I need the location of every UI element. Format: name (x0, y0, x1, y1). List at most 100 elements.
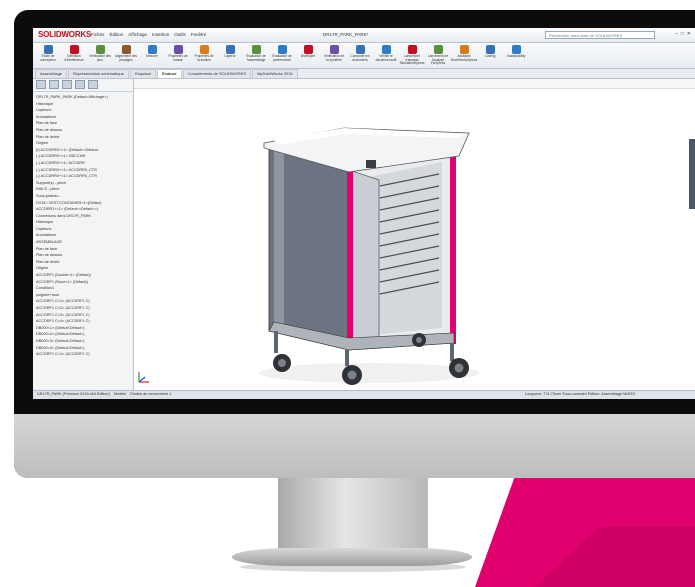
feature-tree-item[interactable]: ACCDRF1 C<1> (ACCDRF1 C) (36, 351, 130, 358)
feature-tree-item[interactable]: ACCDRF1 C<2> (ACCDRF1 C) (36, 305, 130, 312)
feature-tree-item[interactable]: Historique (36, 101, 130, 108)
dimxpert-tab-icon[interactable] (75, 80, 85, 89)
feature-tree-item[interactable]: Support(s) - pièce (36, 180, 130, 187)
ribbon-button[interactable]: Vérification des jeux (89, 45, 111, 62)
feature-tree-item[interactable]: Condition1 (36, 285, 130, 292)
ribbon-button[interactable]: DraftXpert (297, 45, 319, 59)
monitor-stand-neck (278, 478, 428, 553)
feature-tree-item[interactable]: DB000<3> (Défaut<Défaut>) (36, 338, 130, 345)
task-pane-tabs[interactable] (689, 139, 695, 209)
menu-view[interactable]: Affichage (128, 32, 147, 37)
feature-tree-item[interactable]: ACCDRF1 (Double<1> (Défaut)) (36, 272, 130, 279)
measure-icon (147, 45, 157, 54)
tab-5[interactable]: MySolidWorks 2016 (252, 69, 298, 78)
feature-tree-item[interactable]: DV18 / VEST.CONTAINER<1>(Défaut) (36, 200, 130, 207)
feature-tree-item[interactable]: poignée+roue (36, 292, 130, 299)
ribbon-button[interactable]: Sustainability (505, 45, 527, 59)
ribbon-button[interactable]: Comparer les documents (349, 45, 371, 62)
menu-bar: Fichier Édition Affichage Insertion Outi… (91, 32, 206, 37)
tab-3[interactable]: Évaluer (157, 69, 182, 78)
feature-tree-item[interactable]: Capteurs (36, 226, 130, 233)
ribbon-button[interactable]: Définition d'interférence (63, 45, 85, 62)
feature-tree-item[interactable]: Plan de dessus (36, 252, 130, 259)
feature-tree-item[interactable]: Connexions dans DR17R_PARK (36, 213, 130, 220)
menu-edit[interactable]: Édition (110, 32, 124, 37)
menu-window[interactable]: Fenêtre (191, 32, 207, 37)
feature-tree-item[interactable]: Origine (36, 140, 130, 147)
help-search-input[interactable]: Rechercher dans Aide de SOLIDWORKS (545, 31, 655, 39)
cost-icon (485, 45, 495, 54)
tab-1[interactable]: Représentation schématique (68, 69, 129, 78)
feature-tree-item[interactable]: DB000<2> (Défaut<Défaut>) (36, 331, 130, 338)
cart-side-highlight (274, 148, 284, 334)
close-icon[interactable]: ✕ (687, 31, 691, 37)
feature-tree-item[interactable]: Plan de face (36, 246, 130, 253)
feature-tree-item[interactable]: DR17R_PARK_PARK (Défaut<Affichage>) (36, 94, 130, 101)
ribbon-button[interactable]: Vérifier le document actif (375, 45, 397, 62)
lock-icon (366, 160, 376, 168)
feature-tree-item[interactable]: ACCDRR1+<1> (Défaut<<Défaut>>) (36, 206, 130, 213)
tab-motion-study[interactable]: Études de mouvement 1 (130, 392, 171, 396)
ribbon-button-label: Définition d'interférence (64, 54, 84, 62)
maximize-icon[interactable]: □ (681, 31, 684, 37)
feature-tree-item[interactable]: Historique (36, 219, 130, 226)
feature-tree-item[interactable]: Plan de dessus (36, 127, 130, 134)
ribbon-button[interactable]: Étude de concepteur (37, 45, 59, 62)
app-logo: SOLIDWORKS (38, 30, 92, 39)
axis-triad-icon (138, 372, 149, 383)
display-tab-icon[interactable] (88, 80, 98, 89)
graphics-viewport[interactable] (134, 79, 695, 391)
feature-tree-item[interactable]: ACCDRF1 C<3> (ACCDRF1 C) (36, 312, 130, 319)
ribbon-button[interactable]: Lancement de l'analyse FloXpress (427, 45, 449, 66)
ribbon-button-label: Alignement des perçages (115, 54, 137, 62)
feature-tree-item[interactable]: Origine (36, 265, 130, 272)
feature-tree-item[interactable]: DB000<1> (Défaut<Défaut>) (36, 325, 130, 332)
feature-tree-item[interactable]: Plan de face (36, 120, 130, 127)
feature-tree-item[interactable]: ACCDRF1 (Roue<1> (Défaut)) (36, 279, 130, 286)
ribbon-button[interactable]: Lancement d'analyse SimulationXpress (400, 45, 424, 66)
feature-tree-item[interactable]: (-) ACCDRR0+<1> ACCDRR0_CTR (36, 173, 130, 180)
tab-0[interactable]: Assemblage (35, 69, 68, 78)
property-tab-icon[interactable] (49, 80, 59, 89)
ribbon-button[interactable]: Capteur (219, 45, 241, 59)
ribbon-button-label: Sustainability (506, 54, 526, 58)
menu-tools[interactable]: Outils (174, 32, 186, 37)
feature-tree-item[interactable]: Sous-plateau... (36, 193, 130, 200)
ribbon-button[interactable]: Évaluation de l'assemblage (245, 45, 267, 62)
tab-model[interactable]: Modèle (114, 392, 126, 396)
feature-tree-item[interactable]: (-) ACCDRR0+<1> ACCDRR0_CTR (36, 167, 130, 174)
feature-tree-item[interactable]: DB000<4> (Défaut<Défaut>) (36, 345, 130, 352)
menu-file[interactable]: Fichier (91, 32, 105, 37)
ribbon-button-label: Mesurer (146, 54, 158, 58)
feature-tree-item[interactable]: ASSEMBLAGE (36, 239, 130, 246)
feature-tree-tab-icon[interactable] (36, 80, 46, 89)
menu-insert[interactable]: Insertion (152, 32, 169, 37)
feature-tree-item[interactable]: (-) ACCDRR0+<1> ACCDRR (36, 160, 130, 167)
feature-tree-item[interactable]: Annotations (36, 232, 130, 239)
feature-tree-item[interactable]: Plan de droite (36, 134, 130, 141)
ribbon-button[interactable]: Évaluation de performance (271, 45, 293, 62)
ribbon-button[interactable]: Assistant DriveWorksXpress (451, 45, 477, 62)
flow-icon (433, 45, 443, 54)
config-tab-icon[interactable] (62, 80, 72, 89)
ribbon-button[interactable]: Propriétés de la section (193, 45, 215, 62)
feature-tree-item[interactable]: (-) ACCDRR0+<1> ÜBCCMH (36, 153, 130, 160)
feature-tree-item[interactable]: ACCDRF1 C<1> (ACCDRF1 C) (36, 298, 130, 305)
tab-2[interactable]: Esquisse (129, 69, 157, 78)
feature-tree-item[interactable]: Capteurs (36, 107, 130, 114)
feature-tree-item[interactable]: RAILS - pièce (36, 186, 130, 193)
compare-icon (355, 45, 365, 54)
section-icon (199, 45, 209, 54)
ribbon-button[interactable]: Alignement des perçages (115, 45, 137, 62)
feature-tree-item[interactable]: Plan de droite (36, 259, 130, 266)
ribbon-button[interactable]: Mesurer (141, 45, 163, 59)
ribbon-button[interactable]: Vérification de la symétrie (323, 45, 345, 62)
feature-tree-item[interactable]: Annotations (36, 114, 130, 121)
bumper-right (450, 149, 456, 344)
feature-tree-item[interactable]: ACCDRF1 C<4> (ACCDRF1 C) (36, 318, 130, 325)
minimize-icon[interactable]: – (675, 31, 678, 37)
ribbon-button[interactable]: Propriétés de masse (167, 45, 189, 62)
tab-4[interactable]: Compléments de SOLIDWORKS (182, 69, 252, 78)
feature-tree-item[interactable]: (f) ACCDRR0+<1> (Défaut<<Défaut> (36, 147, 130, 154)
ribbon-button[interactable]: Costing (479, 45, 501, 59)
